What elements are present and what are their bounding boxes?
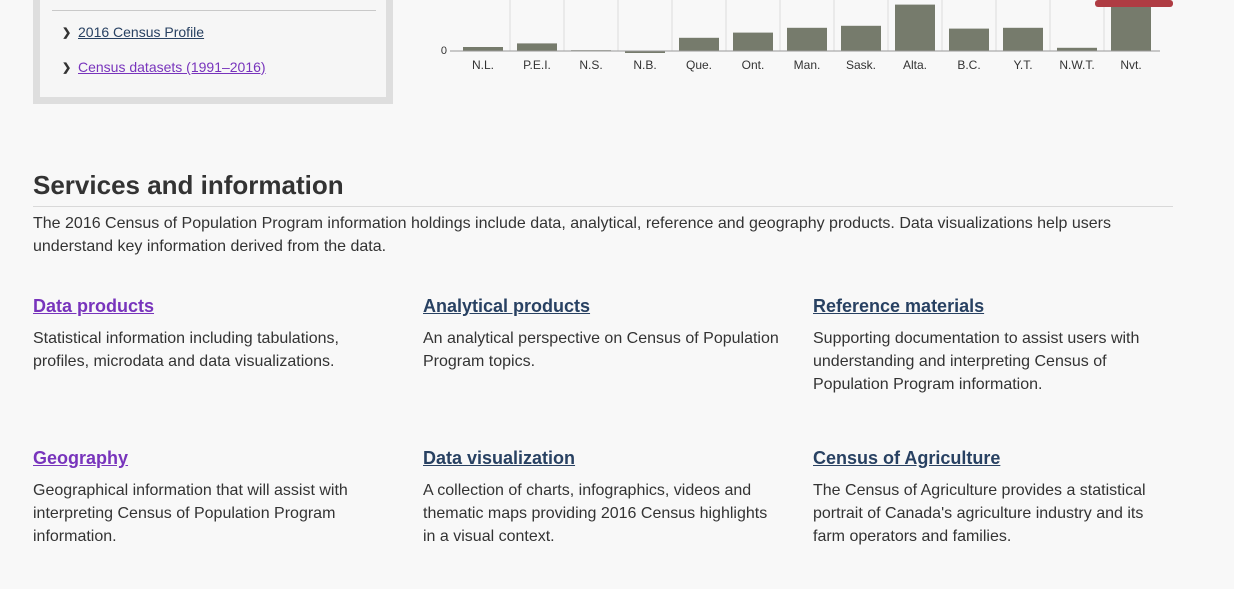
card-description: A collection of charts, infographics, vi…	[423, 482, 768, 545]
chevron-right-icon: ❯	[62, 26, 72, 39]
chart-bar[interactable]	[463, 47, 503, 51]
chart-bar[interactable]	[895, 4, 935, 52]
sidebar-divider	[52, 10, 376, 11]
census-datasets-link[interactable]: Census datasets (1991–2016)	[78, 59, 266, 75]
x-tick-label: N.L.	[472, 58, 494, 72]
x-tick-label: N.B.	[633, 58, 656, 72]
chart-highlight-tab[interactable]	[1095, 0, 1173, 7]
reference-materials-link[interactable]: Reference materials	[813, 296, 984, 316]
chart-bar[interactable]	[733, 32, 773, 51]
card-data-visualization: Data visualization A collection of chart…	[423, 446, 783, 548]
data-visualization-link[interactable]: Data visualization	[423, 448, 575, 468]
population-growth-chart: 0 N.L. P.E.I. N.S. N.B. Que. Ont. Man. Sask. Alt…	[441, 0, 1173, 72]
section-title: Services and information	[33, 170, 344, 200]
x-tick-label: P.E.I.	[523, 58, 551, 72]
chart-bars	[463, 0, 1151, 53]
card-census-of-agriculture: Census of Agriculture The Census of Agri…	[813, 446, 1173, 548]
chart-bar[interactable]	[787, 27, 827, 51]
chart-bar[interactable]	[1111, 0, 1151, 51]
card-reference-materials: Reference materials Supporting documenta…	[813, 294, 1173, 396]
x-tick-label: Ont.	[742, 58, 765, 72]
geography-link[interactable]: Geography	[33, 448, 128, 468]
x-tick-label: Sask.	[846, 58, 876, 72]
x-tick-label: N.W.T.	[1059, 58, 1094, 72]
x-tick-label: N.S.	[579, 58, 602, 72]
card-description: Geographical information that will assis…	[33, 482, 348, 545]
card-analytical-products: Analytical products An analytical perspe…	[423, 294, 783, 373]
chart-bar[interactable]	[679, 37, 719, 51]
sidebar-panel: ❯ 2016 Census Profile ❯ Census datasets …	[33, 0, 393, 104]
sidebar-item-census-profile: ❯ 2016 Census Profile	[62, 24, 204, 40]
page: ❯ 2016 Census Profile ❯ Census datasets …	[0, 0, 1234, 589]
sidebar-item-census-datasets: ❯ Census datasets (1991–2016)	[62, 59, 266, 75]
analytical-products-link[interactable]: Analytical products	[423, 296, 590, 316]
x-tick-label: Y.T.	[1013, 58, 1032, 72]
x-tick-label: Alta.	[903, 58, 927, 72]
chart-bar[interactable]	[517, 43, 557, 51]
x-tick-label: Que.	[686, 58, 712, 72]
card-description: Supporting documentation to assist users…	[813, 330, 1140, 393]
card-description: Statistical information including tabula…	[33, 330, 339, 370]
x-tick-label: Nvt.	[1120, 58, 1141, 72]
x-tick-label: Man.	[794, 58, 821, 72]
chevron-right-icon: ❯	[62, 61, 72, 74]
x-tick-label: B.C.	[957, 58, 980, 72]
chart-x-tick-labels: N.L. P.E.I. N.S. N.B. Que. Ont. Man. Sask. Alta.…	[472, 58, 1142, 72]
card-description: An analytical perspective on Census of P…	[423, 330, 779, 370]
chart-bar[interactable]	[1003, 27, 1043, 51]
section-intro: The 2016 Census of Population Program in…	[33, 215, 1111, 255]
chart-bar[interactable]	[841, 25, 881, 51]
card-description: The Census of Agriculture provides a sta…	[813, 482, 1146, 545]
census-profile-link[interactable]: 2016 Census Profile	[78, 24, 204, 40]
census-of-agriculture-link[interactable]: Census of Agriculture	[813, 448, 1000, 468]
card-data-products: Data products Statistical information in…	[33, 294, 393, 373]
card-geography: Geography Geographical information that …	[33, 446, 393, 548]
chart-bar[interactable]	[949, 28, 989, 51]
section-divider	[33, 206, 1173, 207]
y-tick-label-zero: 0	[441, 45, 447, 57]
data-products-link[interactable]: Data products	[33, 296, 154, 316]
